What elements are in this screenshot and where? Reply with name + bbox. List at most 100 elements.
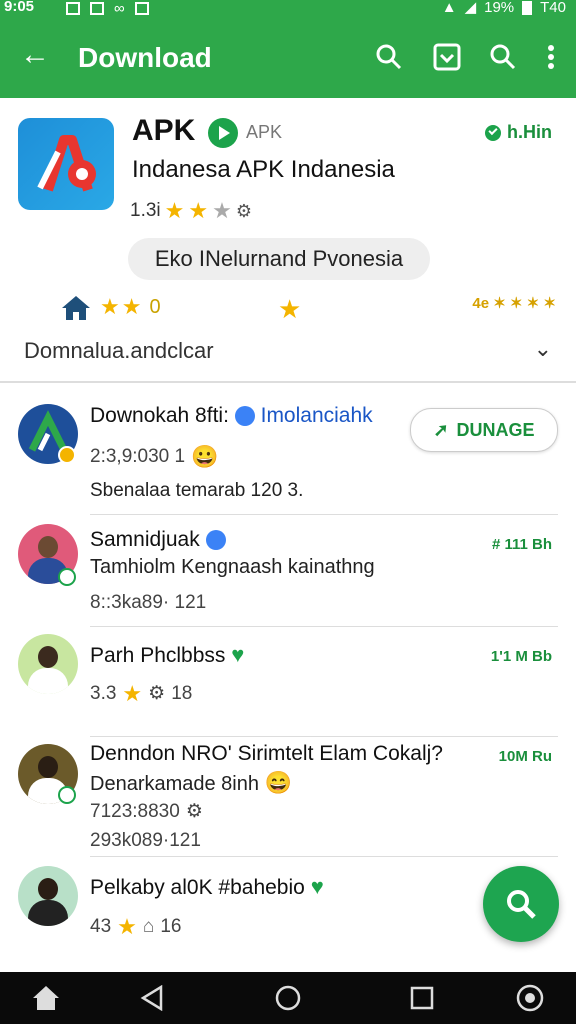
notification-icon [134, 2, 149, 15]
list-item-title-text: Samnidjuak [90, 528, 200, 551]
recents-icon[interactable] [406, 982, 438, 1014]
rating-value: 43 [90, 916, 112, 937]
list-item-meta: 2:3,9:030 1 😀 [90, 444, 219, 470]
system-nav-bar [0, 972, 576, 1024]
signal-icon: ◢ [464, 0, 477, 16]
home-icon[interactable] [30, 982, 62, 1014]
stat-right: 4e ✶ ✶ ✶ ✶ [472, 295, 556, 312]
home-circle-icon[interactable] [272, 982, 304, 1014]
back-arrow-icon[interactable]: ← [20, 38, 50, 72]
list-item[interactable]: Downokah 8fti: Imolanciahk 2:3,9:030 1 😀… [0, 384, 576, 515]
list-item-title: Downokah 8fti: Imolanciahk [90, 404, 373, 428]
stat-count: 0 [149, 296, 161, 318]
list-item-size: 10M Ru [498, 748, 552, 765]
app-bar: ← Download [0, 20, 576, 98]
list-item-meta-secondary: 293k089·121 [90, 830, 201, 851]
list-item-title: Denndon NRO' Sirimtelt Elam Cokalj? [90, 742, 443, 765]
app-subtitle: Indanesa APK Indanesia [132, 156, 395, 183]
avatar-head [38, 756, 58, 778]
home-icon: ⌂ [142, 916, 155, 937]
list-item-title: Samnidjuak [90, 528, 226, 552]
search-fab[interactable] [483, 866, 559, 942]
arrow-icon: ➚ [433, 419, 449, 440]
app-header: APK APK h.Hin Indanesa APK Indanesia 1.3… [0, 98, 576, 383]
chevron-down-icon[interactable]: ⌄ [534, 336, 552, 362]
review-count: 18 [171, 682, 193, 704]
install-button[interactable]: ➚ DUNAGE [410, 408, 558, 452]
play-verified-icon [208, 118, 238, 148]
avatar-head [38, 646, 58, 668]
assistant-icon[interactable] [514, 982, 546, 1014]
heart-icon: ♥ [310, 874, 324, 899]
avatar [18, 866, 78, 926]
list-item-meta: 8::3ka89· 121 [90, 592, 207, 613]
list-item-title-text: Pelkaby al0K #bahebio [90, 876, 305, 899]
link-icon: ∞ [114, 0, 125, 17]
list-item-subtitle: Sbenalaa temarab 120 3. [90, 480, 304, 501]
stat-stars: ★ ★ 0 [100, 296, 161, 319]
download-box-icon[interactable] [430, 40, 464, 74]
list-item[interactable]: Samnidjuak Tamhiolm Kengnaash kainathng … [0, 516, 576, 627]
search-icon[interactable] [486, 40, 520, 74]
list-item-subtitle: Tamhiolm Kengnaash kainathng [90, 556, 375, 578]
avatar-head [38, 878, 58, 900]
badge-icon [58, 446, 76, 464]
star-icon: ★ [188, 198, 209, 223]
home-icon [62, 296, 90, 320]
list-item-title: Pelkaby al0K #bahebio ♥ [90, 874, 324, 900]
system-icons: ▲ ◢ 19% T40 [442, 0, 566, 16]
description-toggle-label[interactable]: Domnalua.andclcar [24, 338, 214, 364]
list-item[interactable]: Parh Phclbbss ♥ 3.3 ★ ⚙ 18 1'1 M Bb [0, 628, 576, 737]
divider [90, 736, 558, 737]
list-item-subtitle-text: Denarkamade 8inh [90, 773, 259, 795]
rating-value: 1.3i [130, 200, 161, 221]
category-chip[interactable]: Eko INelurnand Pvonesia [128, 238, 430, 280]
list-item-size: 1'1 M Bb [490, 648, 552, 665]
star-icon: ★ [164, 198, 185, 223]
star-icon: ★ [278, 294, 302, 324]
list-item-meta-text: 7123:8830 [90, 800, 180, 822]
star-icon: ★ [121, 294, 142, 319]
wifi-icon: ▲ [441, 0, 457, 16]
star-icon: ★ [117, 914, 137, 939]
info-icon: ⚙ [185, 801, 203, 822]
divider [90, 856, 558, 857]
verified-icon [234, 406, 255, 427]
heart-icon: ♥ [231, 642, 245, 667]
battery-icon [522, 1, 533, 15]
avatar-head [38, 536, 58, 558]
app-tag: APK [246, 122, 283, 142]
list-item-title: Parh Phclbbss ♥ [90, 642, 244, 668]
check-circle-icon [485, 124, 501, 141]
emoji-icon: 😀 [191, 444, 219, 469]
notification-icon [66, 2, 80, 15]
review-count: 16 [160, 916, 182, 937]
app-rating: 1.3i ★ ★ ★ ⚙ [130, 200, 252, 222]
avatar [18, 634, 78, 694]
status-time: 9:05 [4, 0, 35, 15]
list-item-meta: 3.3 ★ ⚙ 18 [90, 682, 192, 705]
info-icon: ⚙ [235, 200, 252, 221]
info-icon: ⚙ [148, 683, 166, 704]
back-icon[interactable] [136, 982, 168, 1014]
notification-icons: ∞ [66, 0, 149, 17]
divider [90, 514, 558, 515]
list-item-meta-text: 2:3,9:030 1 [90, 446, 186, 467]
star-empty-icon: ★ [212, 198, 232, 223]
list-item-meta: 7123:8830 ⚙ [90, 800, 203, 823]
app-size: h.Hin [485, 122, 552, 143]
more-vert-icon[interactable] [534, 40, 568, 74]
list-item-title-text: Downokah 8fti: [90, 404, 229, 427]
app-size-label: h.Hin [507, 122, 552, 142]
star-icon: ★ [122, 680, 143, 706]
search-icon[interactable] [372, 40, 406, 74]
emoji-icon: 😄 [264, 770, 292, 795]
list-item[interactable]: Denndon NRO' Sirimtelt Elam Cokalj? Dena… [0, 738, 576, 858]
list-item-publisher: Imolanciahk [260, 404, 373, 427]
status-bar: 9:05 ∞ ▲ ◢ 19% T40 [0, 0, 576, 20]
page-title: Download [78, 42, 212, 73]
app-name: APK [132, 114, 196, 147]
divider [90, 626, 558, 627]
install-button-label: DUNAGE [456, 419, 535, 440]
list-item-subtitle: Denarkamade 8inh 😄 [90, 770, 292, 796]
